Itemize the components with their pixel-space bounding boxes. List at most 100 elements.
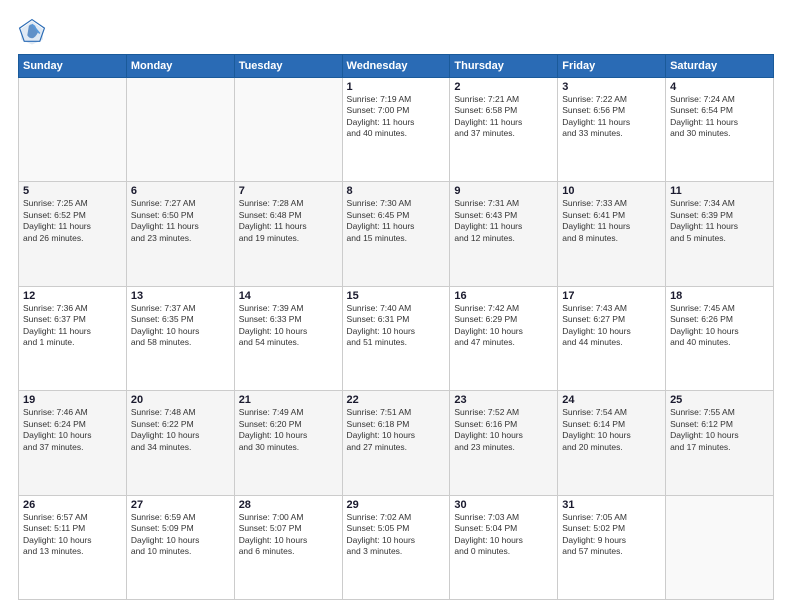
day-number: 21: [239, 394, 338, 406]
calendar-cell: 21Sunrise: 7:49 AM Sunset: 6:20 PM Dayli…: [234, 391, 342, 495]
day-number: 9: [454, 185, 553, 197]
day-info: Sunrise: 7:24 AM Sunset: 6:54 PM Dayligh…: [670, 94, 769, 140]
week-row-3: 19Sunrise: 7:46 AM Sunset: 6:24 PM Dayli…: [19, 391, 774, 495]
day-info: Sunrise: 7:43 AM Sunset: 6:27 PM Dayligh…: [562, 303, 661, 349]
calendar-cell: 9Sunrise: 7:31 AM Sunset: 6:43 PM Daylig…: [450, 182, 558, 286]
weekday-monday: Monday: [126, 55, 234, 78]
day-number: 16: [454, 290, 553, 302]
day-info: Sunrise: 7:42 AM Sunset: 6:29 PM Dayligh…: [454, 303, 553, 349]
day-info: Sunrise: 7:40 AM Sunset: 6:31 PM Dayligh…: [347, 303, 446, 349]
calendar-table: SundayMondayTuesdayWednesdayThursdayFrid…: [18, 54, 774, 600]
day-number: 25: [670, 394, 769, 406]
calendar-cell: 7Sunrise: 7:28 AM Sunset: 6:48 PM Daylig…: [234, 182, 342, 286]
calendar-cell: 6Sunrise: 7:27 AM Sunset: 6:50 PM Daylig…: [126, 182, 234, 286]
day-number: 24: [562, 394, 661, 406]
day-info: Sunrise: 7:22 AM Sunset: 6:56 PM Dayligh…: [562, 94, 661, 140]
day-number: 10: [562, 185, 661, 197]
calendar-cell: 20Sunrise: 7:48 AM Sunset: 6:22 PM Dayli…: [126, 391, 234, 495]
calendar-cell: 26Sunrise: 6:57 AM Sunset: 5:11 PM Dayli…: [19, 495, 127, 599]
calendar-cell: 22Sunrise: 7:51 AM Sunset: 6:18 PM Dayli…: [342, 391, 450, 495]
day-info: Sunrise: 7:27 AM Sunset: 6:50 PM Dayligh…: [131, 198, 230, 244]
day-number: 20: [131, 394, 230, 406]
calendar-cell: 27Sunrise: 6:59 AM Sunset: 5:09 PM Dayli…: [126, 495, 234, 599]
day-info: Sunrise: 6:57 AM Sunset: 5:11 PM Dayligh…: [23, 512, 122, 558]
day-info: Sunrise: 7:37 AM Sunset: 6:35 PM Dayligh…: [131, 303, 230, 349]
day-number: 5: [23, 185, 122, 197]
calendar-cell: [666, 495, 774, 599]
day-number: 14: [239, 290, 338, 302]
calendar-cell: [19, 78, 127, 182]
calendar-cell: 12Sunrise: 7:36 AM Sunset: 6:37 PM Dayli…: [19, 286, 127, 390]
calendar-cell: 17Sunrise: 7:43 AM Sunset: 6:27 PM Dayli…: [558, 286, 666, 390]
day-info: Sunrise: 7:28 AM Sunset: 6:48 PM Dayligh…: [239, 198, 338, 244]
day-number: 8: [347, 185, 446, 197]
calendar-cell: 10Sunrise: 7:33 AM Sunset: 6:41 PM Dayli…: [558, 182, 666, 286]
calendar-cell: 1Sunrise: 7:19 AM Sunset: 7:00 PM Daylig…: [342, 78, 450, 182]
calendar-cell: 28Sunrise: 7:00 AM Sunset: 5:07 PM Dayli…: [234, 495, 342, 599]
week-row-1: 5Sunrise: 7:25 AM Sunset: 6:52 PM Daylig…: [19, 182, 774, 286]
weekday-header-row: SundayMondayTuesdayWednesdayThursdayFrid…: [19, 55, 774, 78]
day-info: Sunrise: 7:31 AM Sunset: 6:43 PM Dayligh…: [454, 198, 553, 244]
calendar-cell: [126, 78, 234, 182]
header: [18, 18, 774, 46]
day-info: Sunrise: 7:03 AM Sunset: 5:04 PM Dayligh…: [454, 512, 553, 558]
day-info: Sunrise: 7:46 AM Sunset: 6:24 PM Dayligh…: [23, 407, 122, 453]
calendar-cell: 31Sunrise: 7:05 AM Sunset: 5:02 PM Dayli…: [558, 495, 666, 599]
day-info: Sunrise: 7:21 AM Sunset: 6:58 PM Dayligh…: [454, 94, 553, 140]
week-row-2: 12Sunrise: 7:36 AM Sunset: 6:37 PM Dayli…: [19, 286, 774, 390]
calendar-cell: 15Sunrise: 7:40 AM Sunset: 6:31 PM Dayli…: [342, 286, 450, 390]
day-number: 28: [239, 499, 338, 511]
day-info: Sunrise: 7:48 AM Sunset: 6:22 PM Dayligh…: [131, 407, 230, 453]
day-number: 31: [562, 499, 661, 511]
day-number: 23: [454, 394, 553, 406]
calendar-cell: 24Sunrise: 7:54 AM Sunset: 6:14 PM Dayli…: [558, 391, 666, 495]
day-info: Sunrise: 7:33 AM Sunset: 6:41 PM Dayligh…: [562, 198, 661, 244]
day-number: 26: [23, 499, 122, 511]
day-number: 12: [23, 290, 122, 302]
calendar-cell: 19Sunrise: 7:46 AM Sunset: 6:24 PM Dayli…: [19, 391, 127, 495]
day-number: 15: [347, 290, 446, 302]
day-number: 7: [239, 185, 338, 197]
day-number: 3: [562, 81, 661, 93]
weekday-thursday: Thursday: [450, 55, 558, 78]
day-number: 4: [670, 81, 769, 93]
weekday-saturday: Saturday: [666, 55, 774, 78]
calendar-cell: 11Sunrise: 7:34 AM Sunset: 6:39 PM Dayli…: [666, 182, 774, 286]
day-number: 2: [454, 81, 553, 93]
day-number: 13: [131, 290, 230, 302]
day-number: 19: [23, 394, 122, 406]
calendar-cell: 18Sunrise: 7:45 AM Sunset: 6:26 PM Dayli…: [666, 286, 774, 390]
day-info: Sunrise: 7:36 AM Sunset: 6:37 PM Dayligh…: [23, 303, 122, 349]
calendar-cell: 14Sunrise: 7:39 AM Sunset: 6:33 PM Dayli…: [234, 286, 342, 390]
day-info: Sunrise: 7:51 AM Sunset: 6:18 PM Dayligh…: [347, 407, 446, 453]
week-row-4: 26Sunrise: 6:57 AM Sunset: 5:11 PM Dayli…: [19, 495, 774, 599]
day-number: 11: [670, 185, 769, 197]
calendar-cell: 4Sunrise: 7:24 AM Sunset: 6:54 PM Daylig…: [666, 78, 774, 182]
logo: [18, 18, 50, 46]
day-number: 29: [347, 499, 446, 511]
weekday-wednesday: Wednesday: [342, 55, 450, 78]
calendar-cell: 25Sunrise: 7:55 AM Sunset: 6:12 PM Dayli…: [666, 391, 774, 495]
day-number: 17: [562, 290, 661, 302]
calendar-cell: 23Sunrise: 7:52 AM Sunset: 6:16 PM Dayli…: [450, 391, 558, 495]
day-number: 18: [670, 290, 769, 302]
day-info: Sunrise: 7:55 AM Sunset: 6:12 PM Dayligh…: [670, 407, 769, 453]
day-info: Sunrise: 7:05 AM Sunset: 5:02 PM Dayligh…: [562, 512, 661, 558]
day-number: 27: [131, 499, 230, 511]
calendar-cell: 29Sunrise: 7:02 AM Sunset: 5:05 PM Dayli…: [342, 495, 450, 599]
calendar-cell: 8Sunrise: 7:30 AM Sunset: 6:45 PM Daylig…: [342, 182, 450, 286]
weekday-tuesday: Tuesday: [234, 55, 342, 78]
day-info: Sunrise: 7:34 AM Sunset: 6:39 PM Dayligh…: [670, 198, 769, 244]
week-row-0: 1Sunrise: 7:19 AM Sunset: 7:00 PM Daylig…: [19, 78, 774, 182]
day-number: 1: [347, 81, 446, 93]
weekday-friday: Friday: [558, 55, 666, 78]
calendar-cell: 2Sunrise: 7:21 AM Sunset: 6:58 PM Daylig…: [450, 78, 558, 182]
day-info: Sunrise: 6:59 AM Sunset: 5:09 PM Dayligh…: [131, 512, 230, 558]
weekday-sunday: Sunday: [19, 55, 127, 78]
calendar-cell: [234, 78, 342, 182]
day-info: Sunrise: 7:00 AM Sunset: 5:07 PM Dayligh…: [239, 512, 338, 558]
calendar-cell: 13Sunrise: 7:37 AM Sunset: 6:35 PM Dayli…: [126, 286, 234, 390]
day-number: 6: [131, 185, 230, 197]
day-info: Sunrise: 7:30 AM Sunset: 6:45 PM Dayligh…: [347, 198, 446, 244]
calendar-cell: 16Sunrise: 7:42 AM Sunset: 6:29 PM Dayli…: [450, 286, 558, 390]
